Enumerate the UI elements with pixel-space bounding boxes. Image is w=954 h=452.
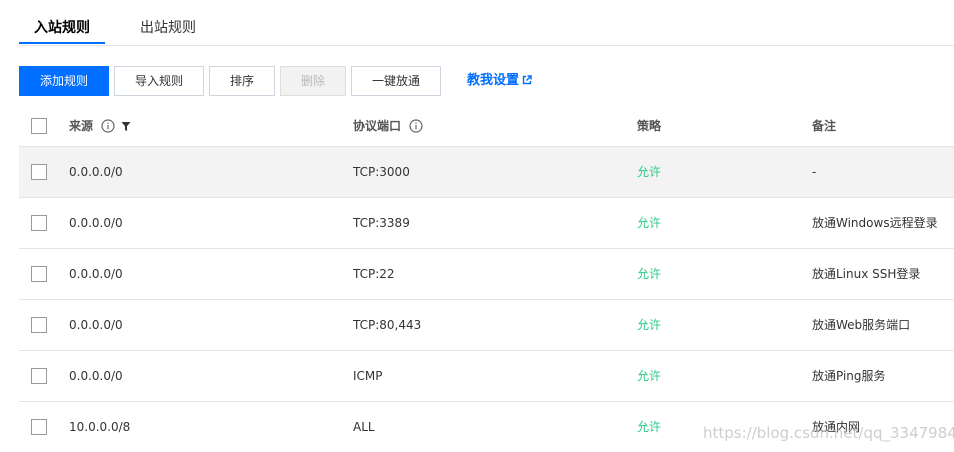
table-header: 来源 协议端口 策略 备注 [19,106,954,147]
row-source: 0.0.0.0/0 [69,318,123,332]
external-link-icon [522,75,532,85]
row-checkbox[interactable] [31,215,47,231]
row-policy: 允许 [637,165,662,179]
tab-outbound-rules[interactable]: 出站规则 [140,18,196,38]
rule-tabs: 入站规则 出站规则 [19,0,954,46]
row-policy: 允许 [637,369,662,383]
row-checkbox[interactable] [31,164,47,180]
row-remark: 放通Linux SSH登录 [812,267,921,281]
row-remark: 放通Windows远程登录 [812,216,938,230]
row-port: TCP:22 [353,267,395,281]
table-row[interactable]: 0.0.0.0/0 TCP:3000 允许 - [19,147,954,198]
row-checkbox[interactable] [31,317,47,333]
import-rules-button[interactable]: 导入规则 [114,66,204,96]
row-port: TCP:80,443 [353,318,422,332]
policy-header: 策略 [637,119,662,133]
port-header: 协议端口 [353,106,423,146]
sort-button[interactable]: 排序 [209,66,275,96]
table-row[interactable]: 0.0.0.0/0 TCP:3389 允许 放通Windows远程登录 [19,198,954,249]
delete-button[interactable]: 删除 [280,66,346,96]
table-row[interactable]: 10.0.0.0/8 ALL 允许 放通内网 [19,402,954,452]
port-header-label: 协议端口 [353,119,402,133]
open-all-button[interactable]: 一键放通 [351,66,441,96]
row-remark: 放通Ping服务 [812,369,886,383]
table-row[interactable]: 0.0.0.0/0 TCP:80,443 允许 放通Web服务端口 [19,300,954,351]
row-remark: 放通Web服务端口 [812,318,911,332]
row-policy: 允许 [637,420,662,434]
row-port: ICMP [353,369,383,383]
source-info-icon[interactable] [101,119,115,133]
row-source: 0.0.0.0/0 [69,369,123,383]
row-source: 0.0.0.0/0 [69,165,123,179]
source-filter-icon[interactable] [121,121,131,132]
row-remark: 放通内网 [812,420,861,434]
row-checkbox[interactable] [31,266,47,282]
port-info-icon[interactable] [409,119,423,133]
row-remark: - [812,165,817,179]
row-policy: 允许 [637,216,662,230]
tab-inbound-rules[interactable]: 入站规则 [34,18,90,38]
source-header: 来源 [69,106,131,146]
active-tab-indicator [19,42,105,44]
row-port: ALL [353,420,375,434]
row-source: 10.0.0.0/8 [69,420,131,434]
row-checkbox[interactable] [31,419,47,435]
row-source: 0.0.0.0/0 [69,216,123,230]
remark-header: 备注 [812,119,837,133]
add-rule-button[interactable]: 添加规则 [19,66,109,96]
row-port: TCP:3389 [353,216,410,230]
row-policy: 允许 [637,318,662,332]
security-group-rules-page: 入站规则 出站规则 添加规则 导入规则 排序 删除 一键放通 教我设置 来源 协… [0,0,954,452]
table-row[interactable]: 0.0.0.0/0 TCP:22 允许 放通Linux SSH登录 [19,249,954,300]
table-row[interactable]: 0.0.0.0/0 ICMP 允许 放通Ping服务 [19,351,954,402]
select-all-checkbox[interactable] [31,118,47,134]
setup-guide-link[interactable]: 教我设置 [467,66,532,96]
row-checkbox[interactable] [31,368,47,384]
row-port: TCP:3000 [353,165,410,179]
rules-table: 来源 协议端口 策略 备注 0.0.0.0/0 TCP:3000 允许 - 0.… [19,106,954,452]
setup-guide-label: 教我设置 [467,73,520,88]
row-source: 0.0.0.0/0 [69,267,123,281]
row-policy: 允许 [637,267,662,281]
source-header-label: 来源 [69,119,94,133]
